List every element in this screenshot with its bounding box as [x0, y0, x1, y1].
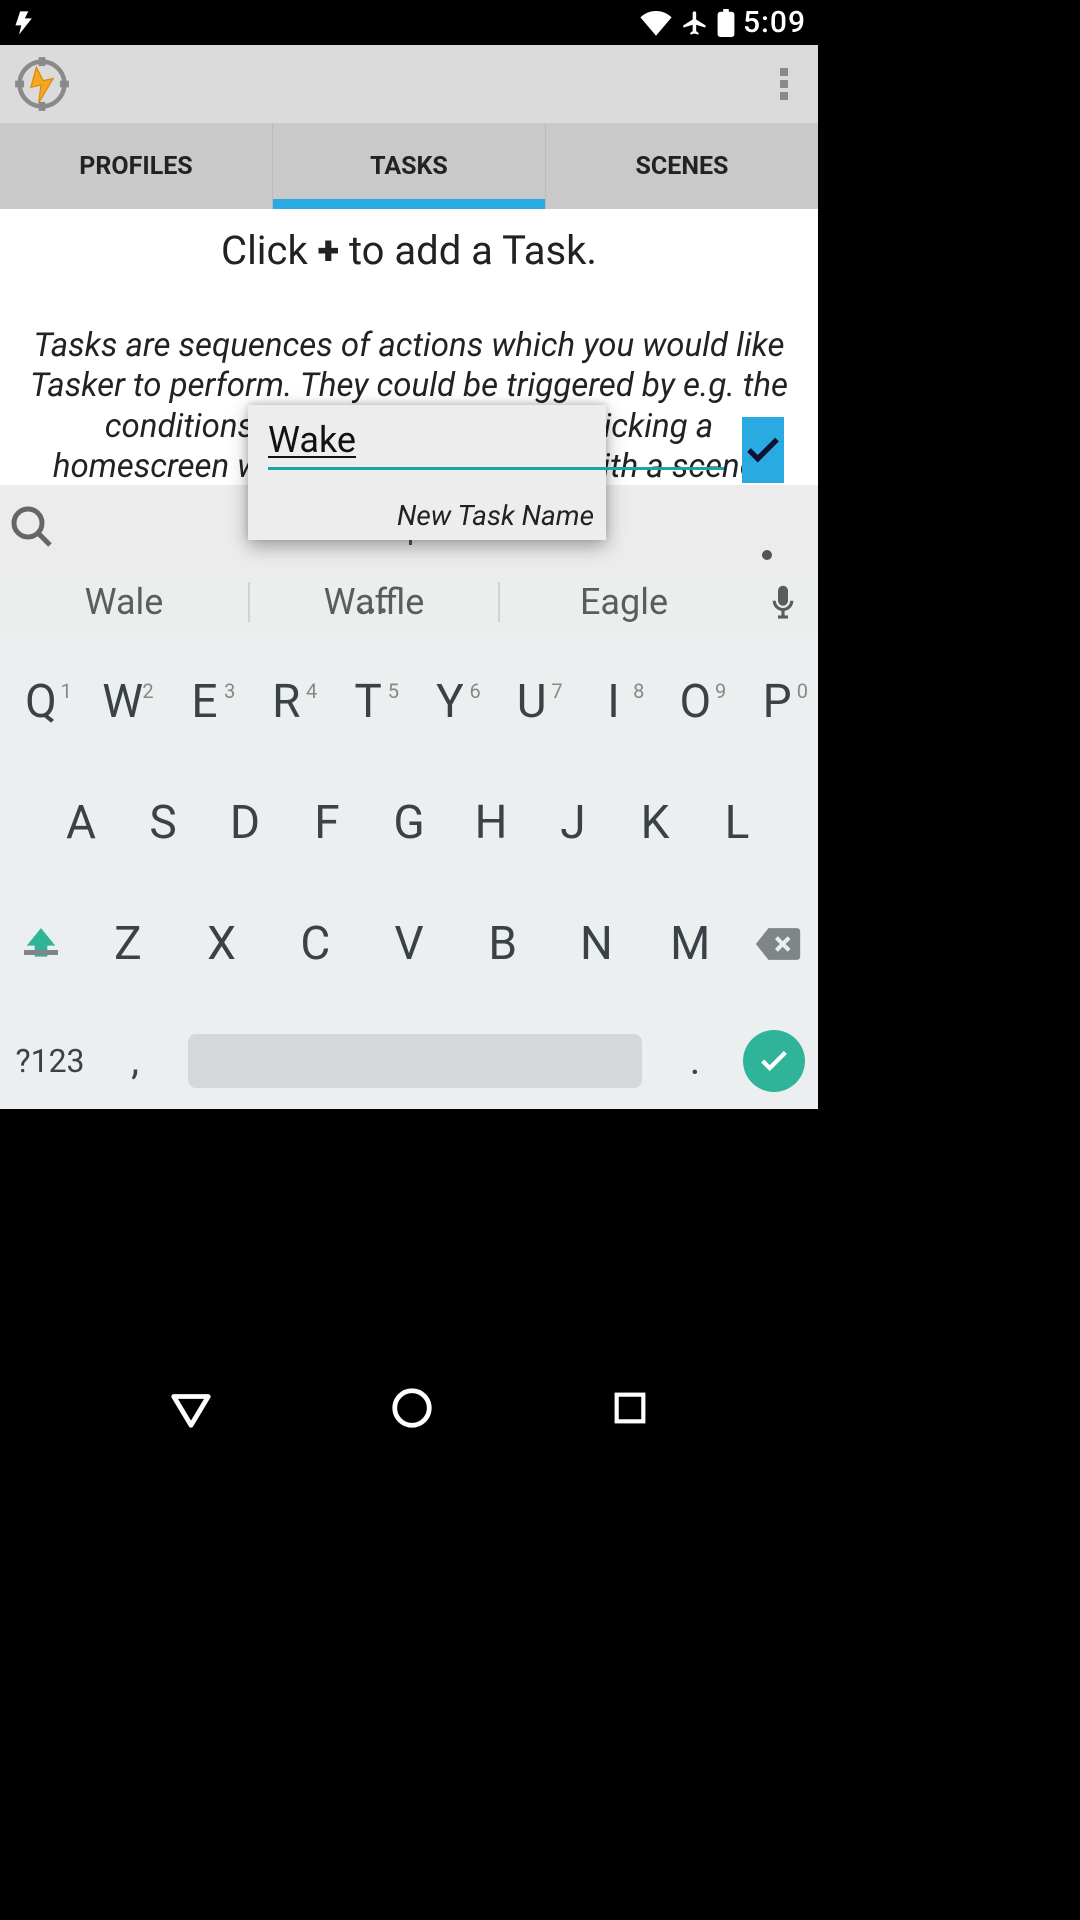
- shift-key[interactable]: [0, 925, 81, 963]
- android-nav-bar: [0, 1363, 818, 1453]
- key-x[interactable]: X: [175, 917, 269, 971]
- search-icon[interactable]: [8, 503, 56, 551]
- shift-icon: [22, 925, 60, 963]
- task-name-input[interactable]: [268, 417, 724, 470]
- lightning-icon: [12, 9, 40, 37]
- key-e[interactable]: E3: [164, 675, 246, 729]
- key-m[interactable]: M: [643, 917, 737, 971]
- key-r[interactable]: R4: [245, 675, 327, 729]
- tab-tasks[interactable]: TASKS: [272, 123, 545, 209]
- enter-key[interactable]: [730, 1030, 818, 1092]
- suggestion-more-icon[interactable]: •••: [357, 600, 391, 625]
- status-time: 5:09: [743, 5, 806, 40]
- tab-profiles[interactable]: PROFILES: [0, 123, 272, 209]
- key-w[interactable]: W2: [82, 675, 164, 729]
- tab-scenes-label: SCENES: [636, 152, 729, 181]
- key-q[interactable]: Q1: [0, 675, 82, 729]
- key-z[interactable]: Z: [81, 917, 175, 971]
- key-f[interactable]: F: [286, 796, 368, 850]
- tab-profiles-label: PROFILES: [79, 152, 192, 181]
- key-t[interactable]: T5: [327, 675, 409, 729]
- backspace-key[interactable]: [737, 925, 818, 963]
- airplane-icon: [681, 9, 709, 37]
- tasker-app-icon: [14, 56, 70, 112]
- check-icon: [757, 1044, 791, 1078]
- status-bar: 5:09: [0, 0, 818, 45]
- confirm-button[interactable]: [742, 417, 784, 483]
- mic-icon[interactable]: [768, 583, 798, 621]
- key-u[interactable]: U7: [491, 675, 573, 729]
- check-icon: [742, 429, 784, 471]
- tab-tasks-label: TASKS: [370, 152, 448, 181]
- key-p[interactable]: P0: [736, 675, 818, 729]
- key-d[interactable]: D: [204, 796, 286, 850]
- key-o[interactable]: O9: [654, 675, 736, 729]
- tab-scenes[interactable]: SCENES: [545, 123, 818, 209]
- tab-bar: PROFILES TASKS SCENES: [0, 123, 818, 209]
- soft-keyboard: Q1W2E3R4T5Y6U7I8O9P0 ASDFGHJKL ZXCVBNM ?…: [0, 635, 818, 1109]
- back-nav-icon[interactable]: [168, 1385, 214, 1431]
- keyboard-suggestion-bar: Wale Waffle ••• Eagle: [0, 568, 818, 635]
- key-b[interactable]: B: [456, 917, 550, 971]
- symbols-key[interactable]: ?123: [0, 1042, 100, 1080]
- key-j[interactable]: J: [532, 796, 614, 850]
- home-nav-icon[interactable]: [389, 1385, 435, 1431]
- period-key[interactable]: .: [660, 1037, 730, 1084]
- key-s[interactable]: S: [122, 796, 204, 850]
- app-bar: [0, 45, 818, 123]
- space-key[interactable]: [188, 1034, 642, 1088]
- key-c[interactable]: C: [268, 917, 362, 971]
- new-task-dialog: New Task Name: [248, 405, 606, 540]
- hint-title: Click + to add a Task.: [20, 227, 798, 274]
- overflow-menu-button[interactable]: [764, 64, 804, 104]
- comma-key[interactable]: ,: [100, 1037, 170, 1084]
- key-n[interactable]: N: [550, 917, 644, 971]
- key-h[interactable]: H: [450, 796, 532, 850]
- wifi-icon: [639, 10, 673, 36]
- key-l[interactable]: L: [696, 796, 778, 850]
- battery-icon: [717, 9, 735, 37]
- more-indicator: [762, 550, 772, 560]
- dialog-caption: New Task Name: [268, 499, 594, 532]
- suggestion-1[interactable]: Wale: [85, 581, 164, 623]
- backspace-icon: [752, 925, 804, 963]
- key-i[interactable]: I8: [573, 675, 655, 729]
- key-g[interactable]: G: [368, 796, 450, 850]
- recents-nav-icon[interactable]: [610, 1388, 650, 1428]
- key-v[interactable]: V: [362, 917, 456, 971]
- key-y[interactable]: Y6: [409, 675, 491, 729]
- suggestion-3[interactable]: Eagle: [580, 581, 668, 623]
- key-k[interactable]: K: [614, 796, 696, 850]
- key-a[interactable]: A: [40, 796, 122, 850]
